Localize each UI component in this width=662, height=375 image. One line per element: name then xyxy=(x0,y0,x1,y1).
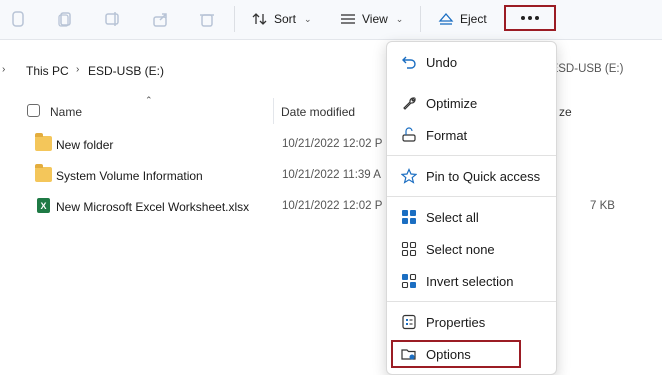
column-divider[interactable] xyxy=(273,98,274,124)
wrench-icon xyxy=(400,94,418,112)
column-header-date-modified[interactable]: Date modified xyxy=(281,98,355,126)
delete-icon[interactable] xyxy=(196,8,218,30)
eject-icon xyxy=(438,13,454,25)
toolbar-divider xyxy=(420,6,421,32)
menu-divider xyxy=(387,301,556,302)
view-label: View xyxy=(362,12,388,26)
options-icon xyxy=(400,345,418,363)
file-date: 10/21/2022 12:02 P xyxy=(282,138,383,150)
file-date: 10/21/2022 12:02 P xyxy=(282,200,383,212)
column-header-size[interactable]: ze xyxy=(559,98,572,126)
file-name: New folder xyxy=(56,138,114,152)
column-header-name[interactable]: Name xyxy=(50,98,82,126)
menu-label: Optimize xyxy=(426,95,478,111)
select-all-icon xyxy=(400,208,418,226)
sort-label: Sort xyxy=(274,12,297,26)
chevron-down-icon: ⌄ xyxy=(304,13,312,24)
more-icon xyxy=(521,16,539,20)
menu-item-undo[interactable]: Undo xyxy=(389,48,554,76)
menu-label: Select none xyxy=(426,241,495,257)
file-row[interactable]: System Volume Information 10/21/2022 11:… xyxy=(0,161,662,189)
menu-item-pin-to-quick-access[interactable]: Pin to Quick access xyxy=(389,162,554,190)
folder-icon xyxy=(35,164,52,182)
file-row[interactable]: X New Microsoft Excel Worksheet.xlsx 10/… xyxy=(0,192,662,220)
sort-icon xyxy=(252,13,267,25)
eject-label: Eject xyxy=(460,12,487,26)
undo-icon xyxy=(400,53,418,71)
chevron-right-icon: › xyxy=(76,64,80,75)
invert-selection-icon xyxy=(400,272,418,290)
command-bar: Sort ⌄ View ⌄ Eject xyxy=(0,0,662,40)
star-icon xyxy=(400,167,418,185)
sort-ascending-icon: ⌃ xyxy=(145,95,153,105)
menu-item-select-none[interactable]: Select none xyxy=(389,235,554,263)
see-more-button[interactable] xyxy=(504,5,556,31)
sort-button[interactable]: Sort ⌄ xyxy=(252,6,312,32)
copy-icon[interactable] xyxy=(54,8,76,30)
menu-label: Format xyxy=(426,127,468,143)
view-button[interactable]: View ⌄ xyxy=(340,6,403,32)
new-icon[interactable] xyxy=(7,8,29,30)
file-name: System Volume Information xyxy=(56,169,203,183)
view-icon xyxy=(341,14,355,24)
file-row[interactable]: New folder 10/21/2022 12:02 P xyxy=(0,130,662,158)
menu-divider xyxy=(387,155,556,156)
rename-icon[interactable] xyxy=(102,8,124,30)
menu-item-properties[interactable]: Properties xyxy=(389,308,554,336)
menu-item-optimize[interactable]: Optimize xyxy=(389,89,554,117)
breadcrumb-drive[interactable]: ESD-USB (E:) xyxy=(88,64,164,78)
file-date: 10/21/2022 11:39 A xyxy=(282,169,381,181)
menu-label: Properties xyxy=(426,314,486,330)
menu-item-select-all[interactable]: Select all xyxy=(389,203,554,231)
see-more-menu: Undo Optimize Format Pin to Quick access… xyxy=(386,41,557,375)
file-name: New Microsoft Excel Worksheet.xlsx xyxy=(56,200,250,214)
chevron-down-icon: ⌄ xyxy=(395,13,404,24)
breadcrumb-this-pc[interactable]: This PC xyxy=(26,64,69,78)
menu-label: Select all xyxy=(426,209,479,225)
folder-icon xyxy=(35,133,52,151)
share-icon[interactable] xyxy=(150,8,172,30)
menu-item-format[interactable]: Format xyxy=(389,121,554,149)
select-all-checkbox[interactable] xyxy=(27,104,40,117)
menu-label: Invert selection xyxy=(426,273,514,289)
toolbar-divider xyxy=(234,6,235,32)
eject-button[interactable]: Eject xyxy=(438,6,487,32)
menu-divider xyxy=(387,196,556,197)
chevron-right-icon: › xyxy=(2,64,6,75)
menu-label: Undo xyxy=(426,54,458,70)
format-icon xyxy=(400,126,418,144)
menu-label: Pin to Quick access xyxy=(426,168,541,184)
select-none-icon xyxy=(400,240,418,258)
properties-icon xyxy=(400,313,418,331)
excel-file-icon: X xyxy=(37,198,50,213)
menu-item-options[interactable]: Options xyxy=(391,340,521,368)
menu-item-invert-selection[interactable]: Invert selection xyxy=(389,267,554,295)
file-size: 7 KB xyxy=(590,200,615,212)
menu-label: Options xyxy=(426,346,471,362)
